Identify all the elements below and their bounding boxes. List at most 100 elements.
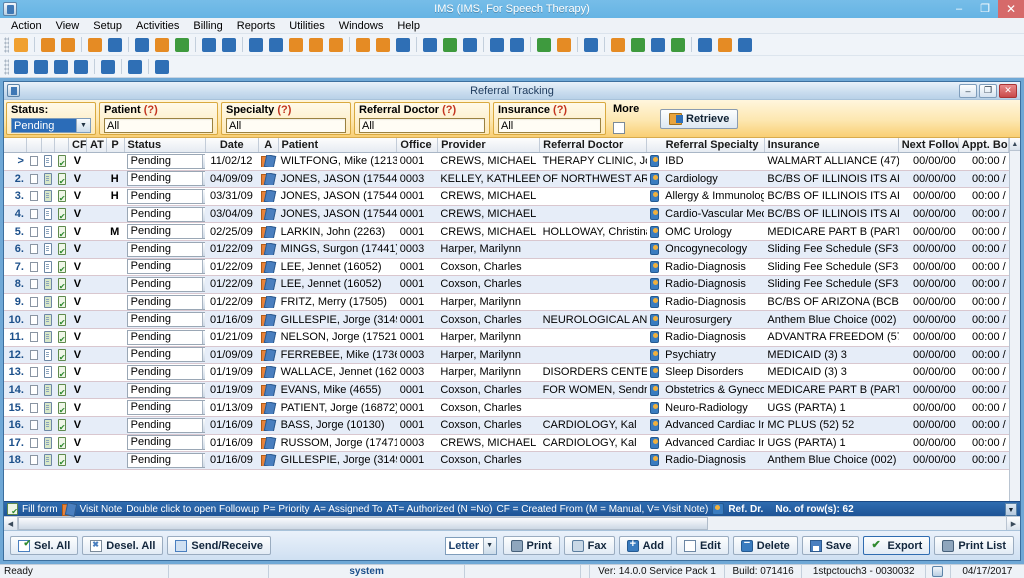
- table-row[interactable]: 10. V Pending▼ 01/16/09 GILLESPIE, Jorge (31…: [4, 311, 1009, 329]
- visit-note-icon[interactable]: [258, 208, 278, 221]
- menu-item-billing[interactable]: Billing: [186, 18, 229, 34]
- document-icon[interactable]: [41, 384, 55, 397]
- visit-note-icon[interactable]: [258, 226, 278, 238]
- globe-icon[interactable]: [441, 36, 459, 54]
- status-cell[interactable]: Pending▼: [124, 276, 205, 292]
- table-row[interactable]: 3. V H Pending▼ 03/31/09 JONES, JASON (17544)…: [4, 188, 1009, 206]
- status-cell[interactable]: Pending▼: [124, 312, 205, 328]
- fill-form-icon[interactable]: [55, 313, 69, 326]
- fill-form-icon[interactable]: [55, 419, 69, 432]
- document-icon[interactable]: [41, 260, 55, 273]
- document-icon[interactable]: [41, 401, 55, 414]
- calendar-icon[interactable]: [354, 36, 372, 54]
- table-row[interactable]: >VPending▼11/02/12WILTFONG, Mike (1213)0…: [4, 153, 1009, 171]
- visit-note-icon[interactable]: [258, 331, 278, 344]
- legend-chevron-down-icon[interactable]: ▼: [1005, 502, 1017, 516]
- help-icon[interactable]: [696, 36, 714, 54]
- fill-form-icon[interactable]: [55, 172, 69, 185]
- visit-note-icon[interactable]: [258, 261, 278, 273]
- visit-note-icon[interactable]: [258, 366, 278, 379]
- table-row[interactable]: 18. V Pending▼ 01/16/09 GILLESPIE, Jorge (31…: [4, 452, 1009, 470]
- column-header-cf[interactable]: CF: [69, 138, 87, 152]
- status-filter-select[interactable]: Pending ▼: [11, 118, 91, 133]
- patient-icon[interactable]: [12, 36, 30, 54]
- hscroll-track[interactable]: [708, 517, 1006, 530]
- sync-icon[interactable]: [629, 36, 647, 54]
- insurance-filter-input[interactable]: All: [498, 118, 601, 133]
- previous-record-icon[interactable]: [32, 58, 50, 76]
- scroll-track[interactable]: [1009, 151, 1020, 501]
- lab-flask-icon[interactable]: [153, 36, 171, 54]
- ledger-icon[interactable]: [287, 36, 305, 54]
- document-icon[interactable]: [41, 419, 55, 432]
- document-icon[interactable]: [41, 454, 55, 467]
- last-record-icon[interactable]: [72, 58, 90, 76]
- fill-form-icon[interactable]: [55, 243, 69, 256]
- scroll-left-icon[interactable]: ◀: [4, 517, 18, 530]
- row-select-checkbox[interactable]: [27, 297, 41, 308]
- visit-note-icon[interactable]: [258, 419, 278, 432]
- import-icon[interactable]: [609, 36, 627, 54]
- document-icon[interactable]: [41, 190, 55, 203]
- cancel-icon[interactable]: [153, 58, 171, 76]
- fill-form-icon[interactable]: [55, 208, 69, 221]
- row-select-checkbox[interactable]: [27, 261, 41, 272]
- status-cell[interactable]: Pending▼: [124, 452, 205, 468]
- question-help-icon[interactable]: [126, 58, 144, 76]
- claims-icon[interactable]: [307, 36, 325, 54]
- table-row[interactable]: 16. V Pending▼ 01/16/09 BASS, Jorge (10130) 0…: [4, 416, 1009, 435]
- send-receive-button[interactable]: Send/Receive: [167, 536, 271, 555]
- document-icon[interactable]: [41, 172, 55, 185]
- close-button[interactable]: ✕: [998, 0, 1024, 18]
- specialty-filter-input[interactable]: All: [226, 118, 346, 133]
- letter-select[interactable]: Letter ▼: [444, 536, 497, 555]
- row-select-checkbox[interactable]: [27, 314, 41, 325]
- menu-item-activities[interactable]: Activities: [129, 18, 186, 34]
- row-select-checkbox[interactable]: [27, 420, 41, 431]
- fill-form-icon[interactable]: [55, 454, 69, 467]
- referral-maximize-button[interactable]: ❐: [979, 83, 997, 98]
- address-book-icon[interactable]: [394, 36, 412, 54]
- visit-note-icon[interactable]: [258, 278, 278, 291]
- fill-form-icon[interactable]: [55, 366, 69, 379]
- row-select-checkbox[interactable]: [27, 156, 41, 167]
- next-record-icon[interactable]: [52, 58, 70, 76]
- print-list-button[interactable]: Print List: [934, 536, 1014, 555]
- status-cell[interactable]: Pending▼: [124, 364, 205, 380]
- visit-note-icon[interactable]: [258, 190, 278, 203]
- fill-form-icon[interactable]: [55, 155, 69, 168]
- table-row[interactable]: 13. V Pending▼ 01/19/09 WALLACE, Jennet (162…: [4, 364, 1009, 382]
- export-button[interactable]: Export: [863, 536, 931, 555]
- pages-icon[interactable]: [220, 36, 238, 54]
- chevron-down-icon[interactable]: ▼: [482, 537, 496, 554]
- reports-icon[interactable]: [582, 36, 600, 54]
- visit-note-icon[interactable]: [258, 402, 278, 414]
- document-icon[interactable]: [41, 155, 55, 168]
- grid-horizontal-scrollbar[interactable]: ◀ ▶: [4, 516, 1020, 530]
- prescription-icon[interactable]: [133, 36, 151, 54]
- table-row[interactable]: 11. V Pending▼ 01/21/09 NELSON, Jorge (17521…: [4, 329, 1009, 347]
- word-export-icon[interactable]: [649, 36, 667, 54]
- exit-icon[interactable]: [736, 36, 754, 54]
- column-header-provider[interactable]: Provider: [438, 138, 541, 152]
- column-header-office[interactable]: Office: [397, 138, 439, 152]
- status-cell[interactable]: Pending▼: [124, 259, 205, 275]
- referral-doctor-filter-input[interactable]: All: [359, 118, 485, 133]
- status-cell[interactable]: Pending▼: [124, 294, 205, 310]
- document-icon[interactable]: [200, 36, 218, 54]
- document-icon[interactable]: [41, 225, 55, 238]
- table-row[interactable]: 4.VPending▼03/04/09JONES, JASON (17544)0…: [4, 205, 1009, 224]
- table-row[interactable]: 6. V Pending▼ 01/22/09 MINGS, Surgon (17441)…: [4, 240, 1009, 259]
- column-header-p[interactable]: P: [107, 138, 125, 152]
- retrieve-button[interactable]: Retrieve: [660, 108, 739, 129]
- fill-form-icon[interactable]: [55, 401, 69, 414]
- visit-note-icon[interactable]: [258, 243, 278, 256]
- patient-filter-hint[interactable]: (?): [144, 104, 158, 116]
- fill-form-icon[interactable]: [55, 278, 69, 291]
- refresh-icon[interactable]: [99, 58, 117, 76]
- row-select-checkbox[interactable]: [27, 173, 41, 184]
- status-cell[interactable]: Pending▼: [124, 400, 205, 416]
- visit-note-icon[interactable]: [258, 314, 278, 326]
- chevron-down-icon[interactable]: ▼: [76, 119, 90, 132]
- table-row[interactable]: 12. V Pending▼ 01/09/09 FERREBEE, Mike (1736…: [4, 346, 1009, 365]
